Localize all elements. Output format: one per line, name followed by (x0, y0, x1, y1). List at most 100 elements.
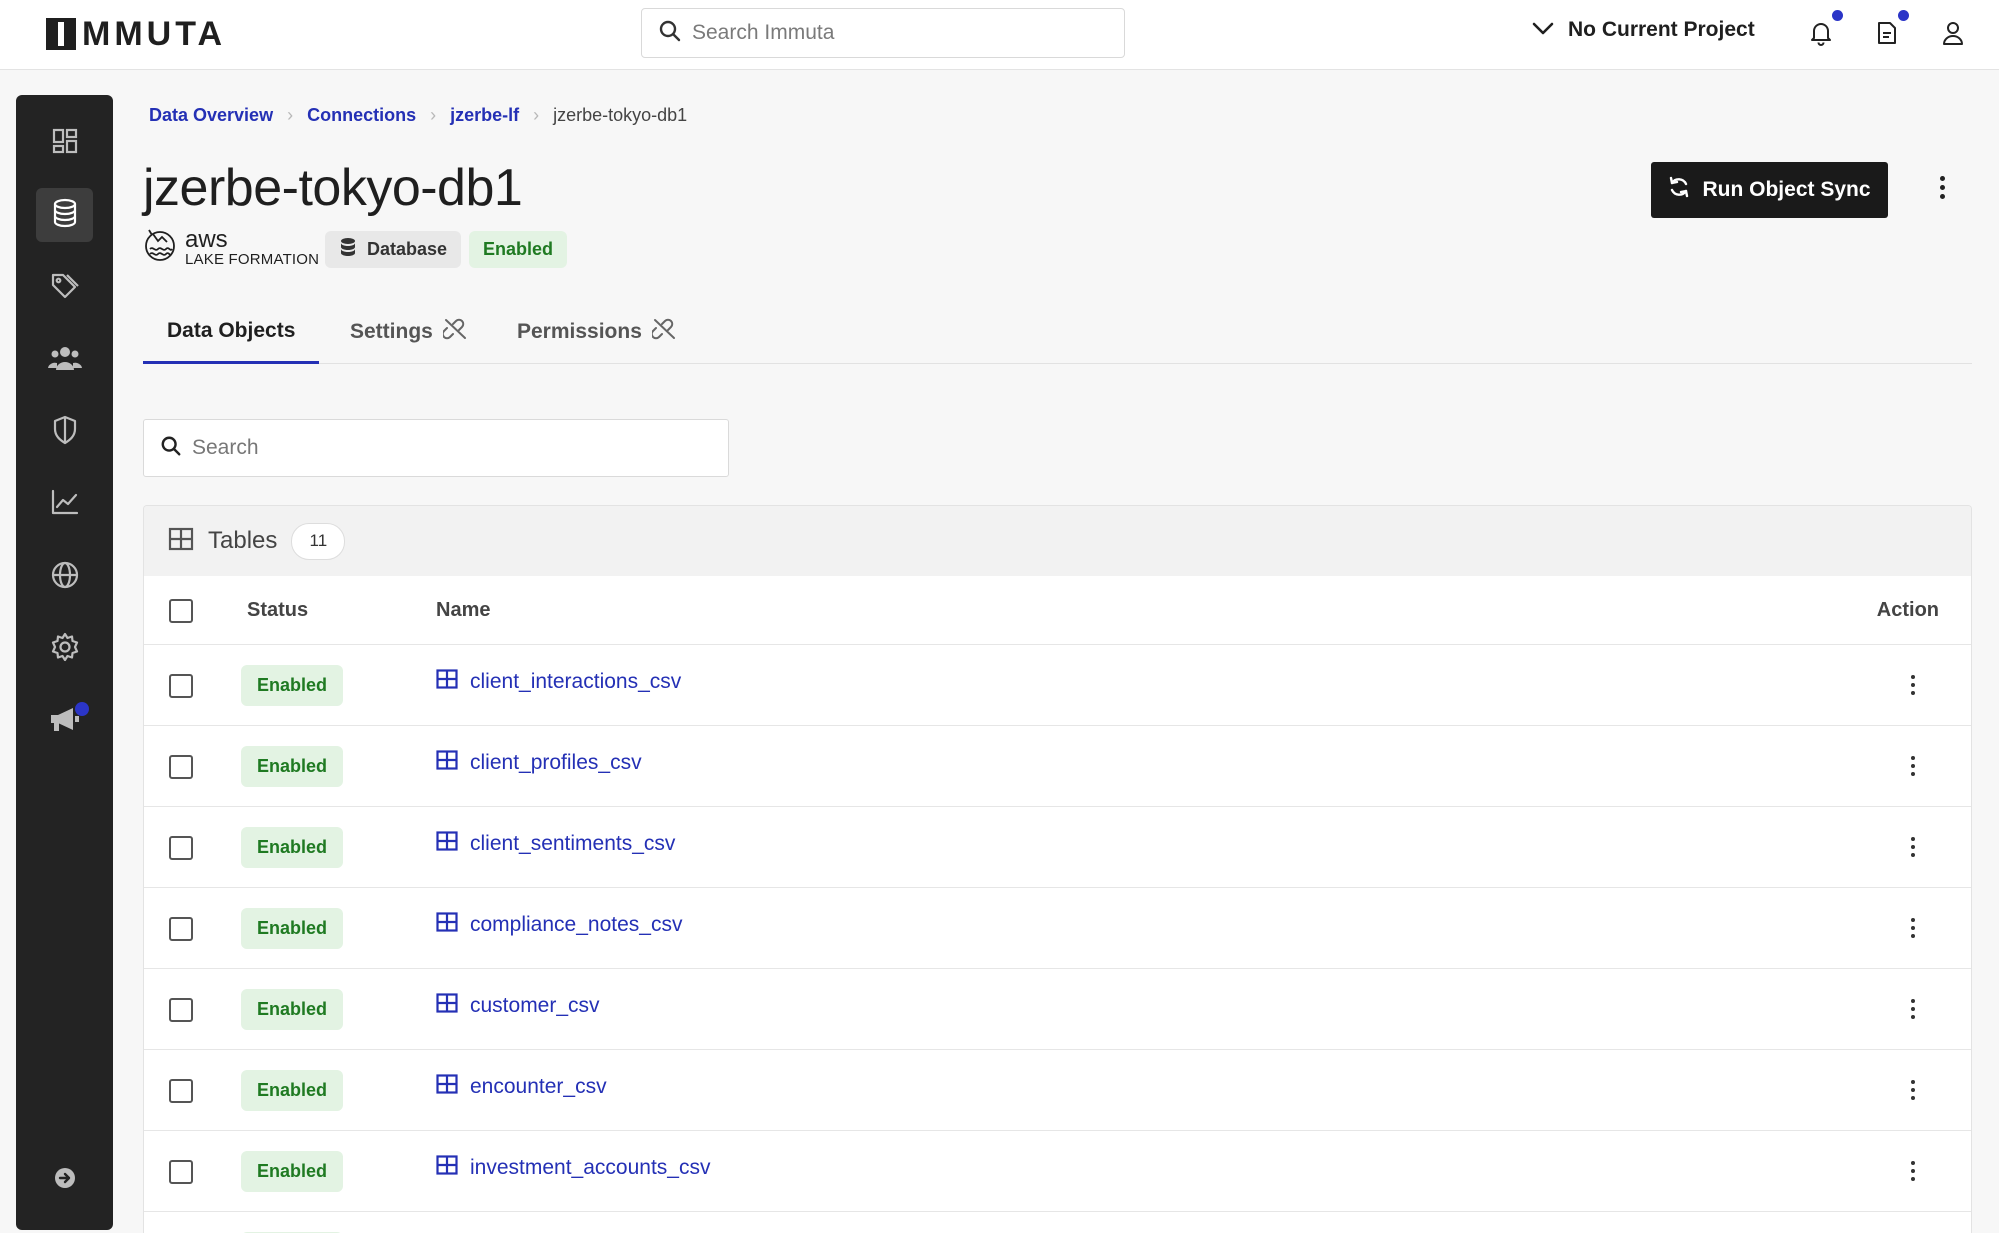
row-name: compliance_notes_csv (470, 912, 683, 936)
table-search[interactable] (143, 419, 729, 477)
chevron-right-icon: › (533, 105, 540, 125)
more-icon-dot (1911, 1015, 1915, 1019)
profile-button[interactable] (1938, 20, 1968, 50)
column-header-status[interactable]: Status (247, 599, 308, 622)
breadcrumb-connection[interactable]: jzerbe-lf (450, 105, 519, 126)
breadcrumb-connections[interactable]: Connections (307, 105, 416, 126)
tags-icon (50, 271, 80, 304)
more-options-button[interactable] (1930, 172, 1954, 202)
table-icon (436, 993, 458, 1018)
project-label: No Current Project (1568, 18, 1755, 41)
sidebar-item-audit[interactable] (36, 477, 93, 531)
row-actions-button[interactable] (1903, 833, 1923, 861)
row-name-link[interactable]: investment_accounts_csv (436, 1155, 710, 1180)
people-icon (47, 344, 82, 377)
notifications-button[interactable] (1806, 10, 1843, 50)
table-icon (436, 750, 458, 775)
tab-permissions[interactable]: Permissions (517, 300, 678, 364)
row-status-badge: Enabled (241, 989, 343, 1030)
more-icon (1911, 675, 1915, 679)
table-row: Enabled client_sentiments_csv (144, 807, 1971, 888)
immuta-logo[interactable]: MMUTA (46, 17, 226, 51)
tab-label: Data Objects (167, 318, 296, 342)
sidebar-item-data[interactable] (36, 188, 93, 242)
row-name-link[interactable]: client_interactions_csv (436, 669, 681, 694)
sidebar-item-people[interactable] (36, 333, 93, 387)
tables-count-badge: 11 (291, 522, 346, 560)
table-header-row: Status Name Action (144, 576, 1971, 645)
sidebar-expand-button[interactable] (36, 1153, 93, 1207)
row-checkbox[interactable] (169, 1079, 193, 1103)
row-name-link[interactable]: compliance_notes_csv (436, 912, 682, 937)
row-actions-button[interactable] (1903, 1157, 1923, 1185)
sidebar-item-tags[interactable] (36, 260, 93, 314)
more-icon (1911, 1161, 1915, 1165)
more-icon-dot (1911, 853, 1915, 857)
more-icon-dot (1939, 193, 1945, 199)
column-header-name[interactable]: Name (436, 599, 490, 622)
type-badge: Database (325, 231, 462, 268)
tab-label: Settings (350, 320, 433, 343)
table-row: Enabled investment_accounts_csv (144, 1131, 1971, 1212)
row-name-link[interactable]: encounter_csv (436, 1074, 607, 1099)
row-checkbox[interactable] (169, 998, 193, 1022)
global-search-input[interactable] (692, 21, 1092, 45)
row-checkbox[interactable] (169, 674, 193, 698)
provider-product: LAKE FORMATION (185, 251, 320, 268)
select-all-checkbox[interactable] (169, 599, 193, 623)
table-row: Enabled (144, 1212, 1971, 1233)
search-icon (160, 435, 182, 462)
table-icon (168, 527, 194, 556)
more-icon (1911, 837, 1915, 841)
sidebar-item-marketplace[interactable] (36, 550, 93, 604)
project-switcher[interactable]: No Current Project (1532, 18, 1755, 42)
sync-icon (1668, 176, 1690, 204)
row-actions-button[interactable] (1903, 914, 1923, 942)
sidebar-item-announcements[interactable] (36, 694, 93, 748)
sidebar-item-policies[interactable] (36, 405, 93, 459)
logo-mark (46, 18, 76, 50)
breadcrumb-data-overview[interactable]: Data Overview (149, 105, 273, 126)
user-icon (1941, 20, 1965, 51)
sidebar-item-settings[interactable] (36, 622, 93, 676)
row-checkbox[interactable] (169, 836, 193, 860)
more-icon-dot (1911, 1177, 1915, 1181)
tables-card-header: Tables 11 (144, 506, 1971, 576)
run-object-sync-label: Run Object Sync (1702, 178, 1871, 201)
table-search-input[interactable] (192, 436, 712, 460)
row-name: investment_accounts_csv (470, 1155, 711, 1179)
lake-formation-icon (143, 226, 177, 269)
row-name-link[interactable]: customer_csv (436, 993, 600, 1018)
sidebar-item-dashboard[interactable] (36, 116, 93, 170)
more-icon-dot (1911, 845, 1915, 849)
row-checkbox[interactable] (169, 755, 193, 779)
tab-data-objects[interactable]: Data Objects (143, 300, 320, 364)
requests-button[interactable] (1872, 10, 1909, 50)
row-actions-button[interactable] (1903, 1076, 1923, 1104)
tables-card: Tables 11 Status Name Action Enabled clie… (143, 505, 1972, 1233)
row-checkbox[interactable] (169, 917, 193, 941)
row-name-link[interactable]: client_sentiments_csv (436, 831, 675, 856)
global-search[interactable] (641, 8, 1125, 58)
table-row: Enabled compliance_notes_csv (144, 888, 1971, 969)
run-object-sync-button[interactable]: Run Object Sync (1651, 162, 1888, 218)
sidebar (16, 95, 113, 1230)
row-actions-button[interactable] (1903, 671, 1923, 699)
announcements-dot (75, 702, 89, 716)
page-title: jzerbe-tokyo-db1 (143, 159, 523, 217)
database-icon (51, 198, 79, 233)
row-name-link[interactable]: client_profiles_csv (436, 750, 642, 775)
more-icon (1911, 756, 1915, 760)
chevron-right-icon: › (430, 105, 437, 125)
tab-settings[interactable]: Settings (350, 300, 469, 364)
shield-icon (52, 415, 78, 450)
row-actions-button[interactable] (1903, 995, 1923, 1023)
row-actions-button[interactable] (1903, 752, 1923, 780)
row-checkbox[interactable] (169, 1160, 193, 1184)
more-icon-dot (1911, 1007, 1915, 1011)
more-icon (1939, 175, 1945, 181)
row-status-badge: Enabled (241, 827, 343, 868)
more-icon-dot (1911, 934, 1915, 938)
more-icon-dot (1911, 1096, 1915, 1100)
more-icon-dot (1911, 1169, 1915, 1173)
